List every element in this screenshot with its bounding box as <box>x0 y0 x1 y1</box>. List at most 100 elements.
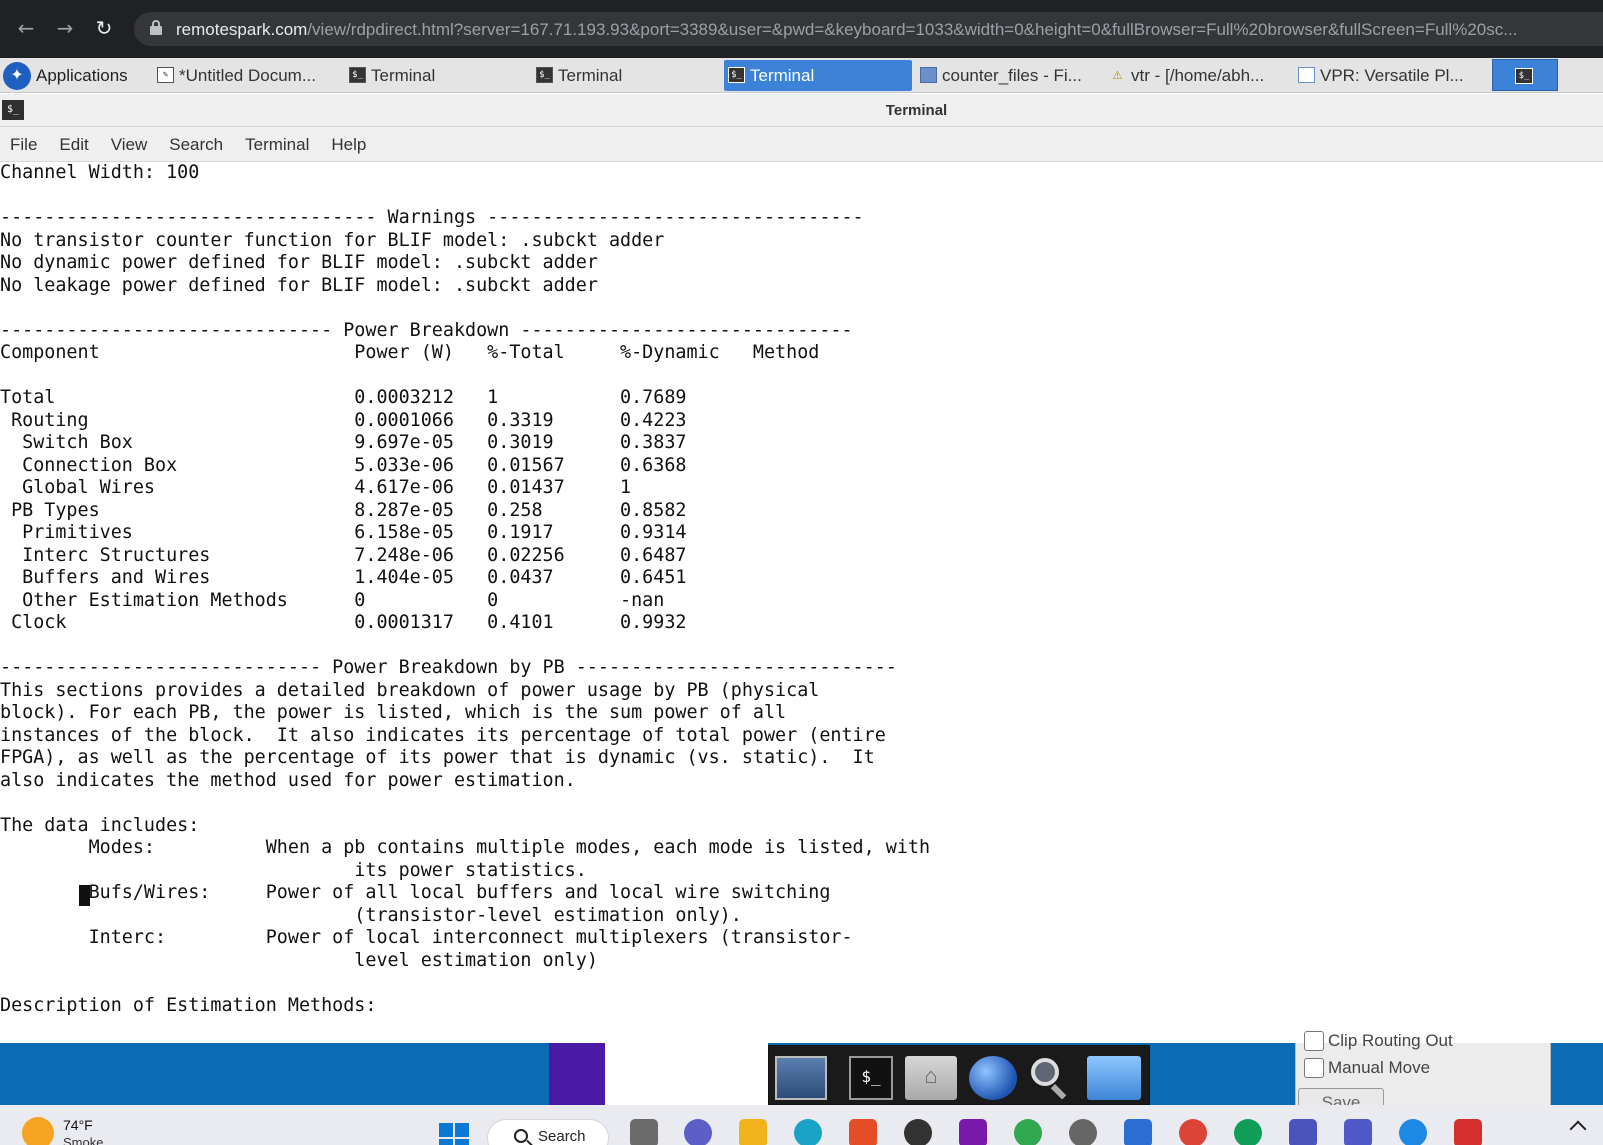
window-titlebar[interactable]: $_ Terminal <box>0 94 1603 127</box>
task-terminal-3[interactable]: $_ Terminal <box>724 60 912 91</box>
menu-bar: File Edit View Search Terminal Help <box>0 127 1603 162</box>
file-manager-icon[interactable] <box>1087 1056 1141 1100</box>
task-label: counter_files - Fi... <box>942 66 1082 85</box>
show-desktop-icon[interactable] <box>775 1056 827 1100</box>
weather-icon[interactable] <box>22 1117 54 1145</box>
task-terminal-1[interactable]: $_ Terminal <box>345 60 525 91</box>
terminal-line: level estimation only) <box>0 949 598 971</box>
vtr-icon: ⚠ <box>1112 64 1123 83</box>
weather-temperature[interactable]: 74°F <box>63 1117 93 1133</box>
app-finder-icon[interactable] <box>1027 1056 1075 1100</box>
clip-routing-label: Clip Routing Out <box>1328 1031 1453 1050</box>
terminal-output[interactable]: Channel Width: 100 ----------------------… <box>0 162 1603 1043</box>
terminal-line: also indicates the method used for power… <box>0 769 576 791</box>
task-vtr[interactable]: ⚠ vtr - [/home/abh... <box>1105 60 1290 91</box>
terminal-line: No dynamic power defined for BLIF model:… <box>0 252 598 273</box>
task-label: Terminal <box>750 66 815 85</box>
menu-terminal[interactable]: Terminal <box>245 127 309 162</box>
url-host: remotespark.com <box>176 20 308 39</box>
windows-start-icon[interactable] <box>439 1123 469 1145</box>
menu-file[interactable]: File <box>10 127 37 162</box>
xfce-dock: $_ ⌂ <box>768 1045 1150 1105</box>
xfce-logo-icon: ✦ <box>3 62 31 90</box>
address-bar[interactable]: remotespark.com/view/rdpdirect.html?serv… <box>134 12 1603 46</box>
terminal-launcher-icon[interactable]: $_ <box>849 1056 893 1100</box>
snipping-tool-icon[interactable] <box>1454 1119 1482 1145</box>
menu-help[interactable]: Help <box>331 127 366 162</box>
task-untitled-document[interactable]: ✎ *Untitled Docum... <box>153 60 333 91</box>
task-label: VPR: Versatile Pl... <box>1320 66 1464 85</box>
network-app-icon[interactable] <box>1014 1119 1042 1145</box>
terminal-line: (transistor-level estimation only). <box>0 904 742 926</box>
task-label: *Untitled Docum... <box>179 66 316 85</box>
browser-toolbar: ← → ↻ remotespark.com/view/rdpdirect.htm… <box>0 0 1603 58</box>
terminal-line: Global Wires 4.617e-06 0.01437 1 <box>0 477 632 498</box>
task-terminal-2[interactable]: $_ Terminal <box>532 60 712 91</box>
lock-icon <box>150 20 162 36</box>
terminal-line: Interc: Power of local interconnect mult… <box>0 927 853 948</box>
chrome-profile-icon[interactable] <box>1234 1119 1262 1145</box>
file-explorer-icon[interactable] <box>739 1119 767 1145</box>
terminal-line: Routing 0.0001066 0.3319 0.4223 <box>0 409 687 431</box>
chrome-icon[interactable] <box>1179 1119 1207 1145</box>
store-icon[interactable] <box>849 1119 877 1145</box>
window-title: Terminal <box>885 102 948 119</box>
terminal-line: block). For each PB, the power is listed… <box>0 702 787 723</box>
windows-taskbar: 74°F Smoke Search <box>0 1105 1603 1145</box>
dell-icon[interactable] <box>904 1119 932 1145</box>
vpr-dialog-fragment: Clip Routing Out Manual Move Save <box>1295 1031 1551 1118</box>
terminal-line: No leakage power defined for BLIF model:… <box>0 274 598 296</box>
search-label: Search <box>538 1128 586 1145</box>
applications-label: Applications <box>36 66 128 85</box>
menu-view[interactable]: View <box>111 127 148 162</box>
menu-edit[interactable]: Edit <box>59 127 88 162</box>
background-window-fragment <box>549 1043 605 1105</box>
window-icon <box>1298 67 1315 83</box>
chevron-up-icon[interactable] <box>1569 1120 1587 1138</box>
terminal-line: The data includes: <box>0 814 200 836</box>
web-browser-icon[interactable] <box>969 1056 1017 1100</box>
url-text[interactable]: remotespark.com/view/rdpdirect.html?serv… <box>176 20 1586 40</box>
applications-menu-button[interactable]: ✦ Applications <box>0 58 128 93</box>
task-label: Terminal <box>371 66 436 85</box>
tools-icon[interactable] <box>1399 1119 1427 1145</box>
terminal-line: FPGA), as well as the percentage of its … <box>0 747 875 768</box>
manual-move-checkbox[interactable] <box>1304 1058 1324 1078</box>
terminal-icon: $_ <box>349 67 366 83</box>
xfce-top-panel: ✦ Applications ✎ *Untitled Docum... $_ T… <box>0 58 1603 93</box>
task-label: vtr - [/home/abh... <box>1131 66 1265 85</box>
onenote-icon[interactable] <box>959 1119 987 1145</box>
reload-icon[interactable]: ↻ <box>92 16 116 40</box>
folder-icon <box>920 67 937 83</box>
terminal-icon: $_ <box>1515 68 1533 84</box>
terminal-line: Switch Box 9.697e-05 0.3019 0.3837 <box>0 432 687 453</box>
manual-move-label: Manual Move <box>1328 1058 1431 1077</box>
terminal-line: Channel Width: 100 <box>0 162 200 183</box>
terminal-line: Total 0.0003212 1 0.7689 <box>0 387 687 408</box>
teams-work-icon[interactable] <box>1344 1119 1372 1145</box>
weather-description[interactable]: Smoke <box>63 1135 103 1145</box>
task-counter-files[interactable]: counter_files - Fi... <box>916 60 1101 91</box>
desktop-bottom-area: $_ ⌂ Clip Routing Out Manual Move Save <box>0 1031 1603 1118</box>
terminal-line: PB Types 8.287e-05 0.258 0.8582 <box>0 499 687 521</box>
workspace-switcher[interactable]: $_ <box>1492 59 1558 91</box>
menu-search[interactable]: Search <box>169 127 223 162</box>
taskbar-search[interactable]: Search <box>487 1119 609 1145</box>
back-icon[interactable]: ← <box>14 16 38 40</box>
task-label: Terminal <box>558 66 623 85</box>
terminal-line: ----------------------------- Power Brea… <box>0 657 897 678</box>
terminal-icon: $_ <box>536 67 553 83</box>
terminal-line: Buffers and Wires 1.404e-05 0.0437 0.645… <box>0 567 687 588</box>
settings-gear-icon[interactable] <box>1069 1119 1097 1145</box>
task-vpr[interactable]: VPR: Versatile Pl... <box>1294 60 1479 91</box>
forward-icon[interactable]: → <box>53 16 77 40</box>
terminal-icon: $_ <box>728 67 745 83</box>
teams-icon[interactable] <box>1289 1119 1317 1145</box>
remote-desktop-icon[interactable] <box>1124 1119 1152 1145</box>
clip-routing-checkbox[interactable] <box>1304 1031 1324 1051</box>
home-folder-icon[interactable]: ⌂ <box>905 1056 957 1100</box>
chat-icon[interactable] <box>684 1119 712 1145</box>
terminal-line: Description of Estimation Methods: <box>0 994 377 1016</box>
task-view-icon[interactable] <box>630 1119 658 1145</box>
edge-icon[interactable] <box>794 1119 822 1145</box>
